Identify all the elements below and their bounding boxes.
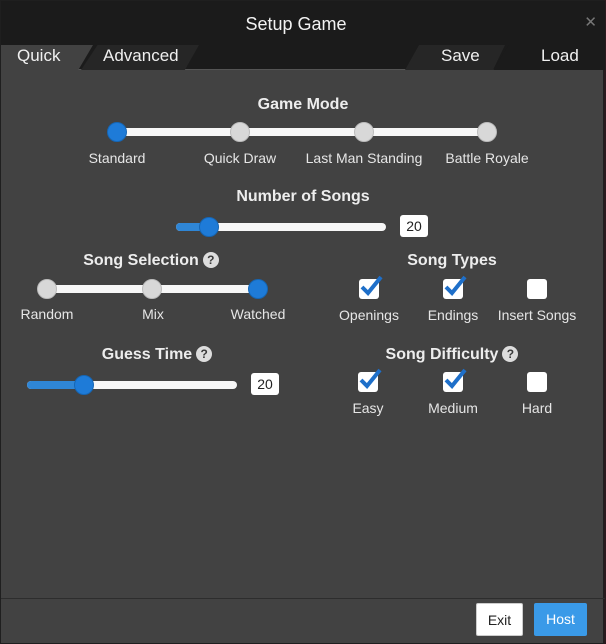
number-of-songs-title: Number of Songs (236, 188, 370, 205)
checkmark-icon (444, 368, 467, 389)
load-button[interactable]: Load (493, 45, 605, 70)
song-difficulty-title: Song Difficulty? (351, 346, 553, 364)
guess-time-slider[interactable] (27, 375, 237, 395)
song-selection-title-text: Song Selection (83, 252, 199, 269)
game-mode-title: Game Mode (257, 96, 349, 113)
guess-time-title-text: Guess Time (101, 346, 193, 363)
guess-time-title: Guess Time? (41, 346, 273, 364)
endings-checkbox[interactable] (443, 275, 467, 299)
game-mode-handle-standard[interactable] (107, 122, 127, 142)
guess-time-handle[interactable] (74, 375, 94, 395)
song-selection-title: Song Selection? (31, 252, 271, 270)
openings-label: Openings (339, 307, 399, 323)
checkmark-icon (444, 275, 467, 296)
game-mode-slider[interactable] (107, 122, 497, 142)
song-difficulty-title-text: Song Difficulty (385, 346, 499, 363)
footer-divider (1, 598, 605, 599)
help-icon[interactable]: ? (196, 346, 213, 362)
song-types-title: Song Types (407, 252, 497, 269)
tab-quick[interactable]: Quick (1, 45, 93, 70)
insert-songs-checkbox[interactable] (527, 279, 547, 299)
medium-label: Medium (428, 400, 478, 416)
modal-title: Setup Game (245, 14, 347, 34)
host-button[interactable]: Host (534, 603, 587, 636)
openings-checkbox[interactable] (359, 275, 383, 299)
easy-checkbox[interactable] (358, 368, 382, 392)
game-mode-stop-battle-royale[interactable] (477, 122, 497, 142)
exit-button[interactable]: Exit (476, 603, 523, 636)
game-mode-stop-last-man-standing[interactable] (354, 122, 374, 142)
tab-bar: Advanced Quick Save Load (1, 45, 605, 70)
game-mode-label-quick-draw: Quick Draw (203, 150, 277, 166)
hard-checkbox[interactable] (527, 372, 547, 392)
song-selection-slider[interactable] (37, 279, 268, 299)
tab-advanced[interactable]: Advanced (81, 45, 199, 70)
number-of-songs-slider[interactable] (176, 217, 386, 237)
song-selection-label-watched: Watched (230, 306, 286, 322)
game-mode-label-standard: Standard (88, 150, 146, 166)
number-of-songs-input[interactable] (400, 215, 428, 237)
song-selection-label-random: Random (20, 306, 74, 322)
checkmark-icon (360, 275, 383, 296)
help-icon[interactable]: ? (202, 252, 219, 268)
game-mode-label-battle-royale: Battle Royale (445, 150, 529, 166)
game-mode-label-last-man-standing: Last Man Standing (305, 150, 423, 166)
guess-time-input[interactable] (251, 373, 279, 395)
modal-header: Setup Game ✕ (1, 1, 605, 45)
medium-checkbox[interactable] (443, 368, 467, 392)
easy-label: Easy (352, 400, 384, 416)
endings-label: Endings (427, 307, 479, 323)
song-selection-handle-watched[interactable] (248, 279, 268, 299)
save-button[interactable]: Save (405, 45, 505, 70)
close-icon[interactable]: ✕ (584, 13, 597, 31)
setup-game-modal: Setup Game ✕ Advanced Quick Save Load Ga… (0, 0, 605, 644)
song-selection-label-mix: Mix (142, 306, 164, 322)
song-selection-stop-random[interactable] (37, 279, 57, 299)
game-mode-stop-quick-draw[interactable] (230, 122, 250, 142)
number-of-songs-handle[interactable] (199, 217, 219, 237)
song-selection-stop-mix[interactable] (142, 279, 162, 299)
insert-songs-label: Insert Songs (497, 307, 577, 323)
checkmark-icon (359, 368, 382, 389)
help-icon[interactable]: ? (502, 346, 519, 362)
hard-label: Hard (521, 400, 553, 416)
